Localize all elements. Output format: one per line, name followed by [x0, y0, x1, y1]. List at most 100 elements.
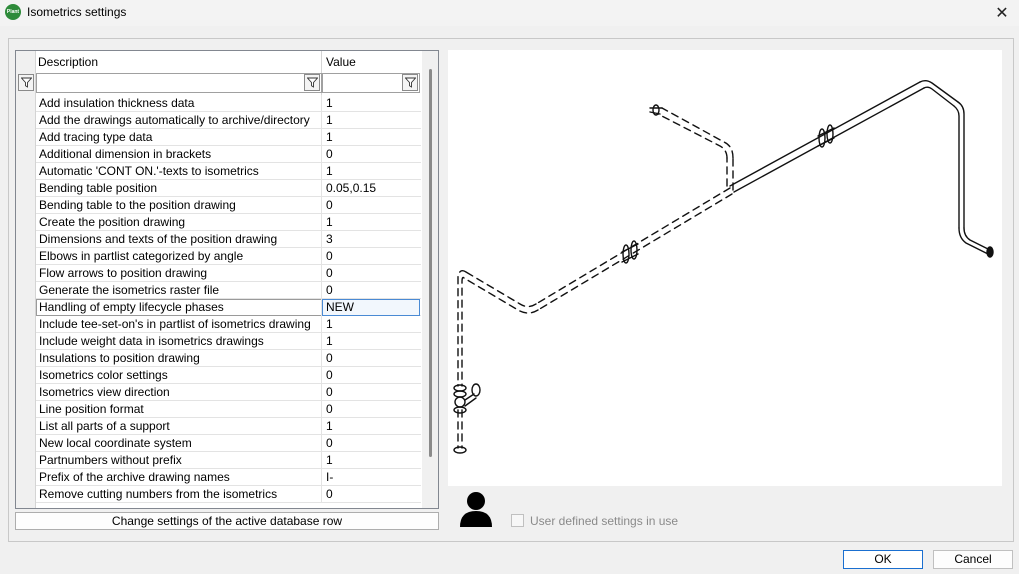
row-value[interactable]: 1	[326, 215, 419, 230]
row-value[interactable]: 1	[326, 453, 419, 468]
row-header[interactable]	[16, 146, 36, 163]
row-value[interactable]: 1	[326, 113, 419, 128]
table-row[interactable]: Include tee-set-on's in partlist of isom…	[16, 316, 421, 333]
filter-icon[interactable]	[304, 74, 320, 91]
row-header[interactable]	[16, 214, 36, 231]
row-header[interactable]	[16, 435, 36, 452]
row-header[interactable]	[16, 197, 36, 214]
row-value[interactable]: 0	[326, 402, 419, 417]
column-separator	[321, 316, 322, 333]
row-header[interactable]	[16, 95, 36, 112]
table-row[interactable]: Insulations to position drawing 0	[16, 350, 421, 367]
row-value[interactable]: 0	[326, 487, 419, 502]
row-value[interactable]: 3	[326, 232, 419, 247]
table-row[interactable]: Automatic 'CONT ON.'-texts to isometrics…	[16, 163, 421, 180]
row-description: Elbows in partlist categorized by angle	[39, 249, 244, 263]
change-settings-button[interactable]: Change settings of the active database r…	[15, 512, 439, 530]
table-row[interactable]: Generate the isometrics raster file 0	[16, 282, 421, 299]
table-row[interactable]: Elbows in partlist categorized by angle 0	[16, 248, 421, 265]
column-separator	[321, 401, 322, 418]
scrollbar-thumb[interactable]	[429, 69, 432, 457]
table-row[interactable]: Bending table to the position drawing 0	[16, 197, 421, 214]
table-row[interactable]: Partnumbers without prefix 1	[16, 452, 421, 469]
table-row[interactable]: Include weight data in isometrics drawin…	[16, 333, 421, 350]
row-header[interactable]	[16, 248, 36, 265]
row-value[interactable]: 0	[326, 198, 419, 213]
user-defined-settings-checkbox[interactable]	[511, 514, 524, 527]
column-separator	[321, 469, 322, 486]
filter-icon[interactable]	[402, 74, 418, 91]
table-row[interactable]: Isometrics color settings 0	[16, 367, 421, 384]
column-separator	[321, 333, 322, 350]
table-row[interactable]: Remove cutting numbers from the isometri…	[16, 486, 421, 503]
row-header[interactable]	[16, 486, 36, 503]
row-value[interactable]: 0	[326, 385, 419, 400]
row-value[interactable]: 1	[326, 96, 419, 111]
table-row[interactable]: Add insulation thickness data 1	[16, 95, 421, 112]
row-value[interactable]: 0	[326, 351, 419, 366]
filter-icon[interactable]	[18, 74, 34, 91]
table-row[interactable]: Flow arrows to position drawing 0	[16, 265, 421, 282]
row-description: Partnumbers without prefix	[39, 453, 182, 467]
row-header[interactable]	[16, 333, 36, 350]
cancel-button[interactable]: Cancel	[933, 550, 1013, 569]
row-header[interactable]	[16, 299, 36, 316]
row-value[interactable]: 1	[326, 164, 419, 179]
close-icon[interactable]: ✕	[985, 0, 1019, 26]
row-header[interactable]	[16, 231, 36, 248]
row-value[interactable]: 0	[326, 147, 419, 162]
table-row[interactable]: Dimensions and texts of the position dra…	[16, 231, 421, 248]
row-header[interactable]	[16, 452, 36, 469]
row-header[interactable]	[16, 180, 36, 197]
row-header[interactable]	[16, 350, 36, 367]
row-header[interactable]	[16, 316, 36, 333]
app-icon: Plant	[5, 4, 21, 20]
row-value[interactable]: 1	[326, 130, 419, 145]
row-header[interactable]	[16, 401, 36, 418]
row-header[interactable]	[16, 469, 36, 486]
row-value[interactable]: 0	[326, 436, 419, 451]
table-row[interactable]: Bending table position 0.05,0.15	[16, 180, 421, 197]
column-separator	[321, 112, 322, 129]
row-header[interactable]	[16, 129, 36, 146]
user-icon	[460, 492, 492, 527]
title-bar: Plant Isometrics settings ✕	[0, 0, 1019, 26]
description-filter-input[interactable]	[36, 73, 322, 93]
row-header[interactable]	[16, 163, 36, 180]
row-value[interactable]: 0	[326, 283, 419, 298]
ok-button[interactable]: OK	[843, 550, 923, 569]
row-header[interactable]	[16, 265, 36, 282]
vertical-scrollbar[interactable]	[422, 51, 438, 508]
column-separator	[321, 248, 322, 265]
table-row[interactable]: Isometrics view direction 0	[16, 384, 421, 401]
table-row[interactable]: Create the position drawing 1	[16, 214, 421, 231]
table-row[interactable]: Line position format 0	[16, 401, 421, 418]
filter-row	[16, 73, 421, 93]
row-value[interactable]: I-	[326, 470, 419, 485]
row-value[interactable]: NEW	[326, 300, 419, 315]
grid-header: Description Value	[16, 51, 421, 95]
row-header[interactable]	[16, 282, 36, 299]
row-value[interactable]: 0	[326, 266, 419, 281]
row-value[interactable]: 1	[326, 419, 419, 434]
column-header-value[interactable]: Value	[326, 55, 356, 69]
row-value[interactable]: 0	[326, 368, 419, 383]
row-header[interactable]	[16, 367, 36, 384]
row-header[interactable]	[16, 384, 36, 401]
table-row[interactable]: List all parts of a support 1	[16, 418, 421, 435]
row-header[interactable]	[16, 112, 36, 129]
row-value[interactable]: 1	[326, 334, 419, 349]
table-row[interactable]: Additional dimension in brackets 0	[16, 146, 421, 163]
table-row[interactable]: New local coordinate system 0	[16, 435, 421, 452]
column-header-description[interactable]: Description	[38, 55, 98, 69]
row-value[interactable]: 0.05,0.15	[326, 181, 419, 196]
row-value[interactable]: 0	[326, 249, 419, 264]
row-header[interactable]	[16, 418, 36, 435]
table-row[interactable]: Add the drawings automatically to archiv…	[16, 112, 421, 129]
table-row[interactable]: Prefix of the archive drawing names I-	[16, 469, 421, 486]
table-row[interactable]: Handling of empty lifecycle phases NEW	[16, 299, 421, 316]
column-separator	[321, 180, 322, 197]
row-value[interactable]: 1	[326, 317, 419, 332]
user-defined-settings-label: User defined settings in use	[530, 514, 679, 528]
table-row[interactable]: Add tracing type data 1	[16, 129, 421, 146]
